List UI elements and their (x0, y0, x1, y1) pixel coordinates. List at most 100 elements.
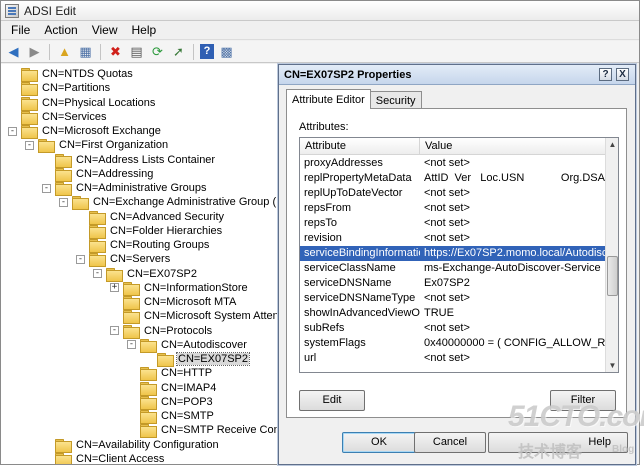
tree-node[interactable]: CN=Advanced Security (89, 210, 225, 225)
column-header-value[interactable]: Value (420, 138, 606, 155)
back-icon[interactable]: ◀ (5, 43, 22, 60)
tree-node-label[interactable]: CN=EX07SP2 (126, 268, 198, 280)
menu-help[interactable]: Help (125, 21, 164, 39)
tree-node-label[interactable]: CN=NTDS Quotas (41, 68, 134, 80)
ok-button[interactable]: OK (342, 432, 416, 453)
tree-panel[interactable]: CN=NTDS Quotas CN=Partitions CN=Physical L… (1, 64, 279, 464)
tree-node[interactable]: - CN=EX07SP2 (93, 267, 198, 282)
menu-view[interactable]: View (85, 21, 125, 39)
attribute-row[interactable]: showInAdvancedViewOnly TRUE (300, 306, 606, 321)
tree-node-label[interactable]: CN=SMTP (160, 410, 215, 422)
tree-node[interactable]: CN=HTTP (140, 366, 213, 382)
attribute-row[interactable]: serviceDNSName Ex07SP2 (300, 276, 606, 291)
collapse-icon[interactable]: - (25, 140, 34, 150)
tree-node[interactable]: - CN=Administrative Groups (42, 181, 208, 196)
export-list-icon[interactable]: ➚ (170, 43, 187, 60)
tree-node-label[interactable]: CN=Services (41, 111, 108, 123)
tree-node-label[interactable]: CN=Addressing (75, 168, 154, 180)
attribute-row[interactable]: serviceDNSNameType <not set> (300, 291, 606, 306)
expand-icon[interactable]: + (110, 283, 119, 293)
tree-node[interactable]: CN=NTDS Quotas (21, 67, 134, 82)
tree-node[interactable]: - CN=Servers (76, 252, 171, 268)
dialog-help-bottom-button[interactable]: Help (488, 432, 628, 453)
tree-node-label[interactable]: CN=Advanced Security (109, 211, 225, 223)
collapse-icon[interactable]: - (110, 326, 119, 335)
collapse-icon[interactable]: - (59, 197, 68, 207)
attribute-row[interactable]: systemFlags 0x40000000 = ( CONFIG_ALLOW_R… (300, 336, 606, 351)
up-folder-icon[interactable]: ▲ (56, 43, 73, 60)
tree-node-label[interactable]: CN=Folder Hierarchies (109, 225, 223, 237)
window-titlebar[interactable]: ADSI Edit (1, 1, 639, 21)
filter-button[interactable]: Filter (550, 390, 616, 411)
scrollbar-thumb[interactable] (607, 256, 618, 296)
help-icon[interactable]: ? (200, 44, 214, 59)
collapse-icon[interactable]: - (127, 340, 136, 350)
attribute-row[interactable]: repsFrom <not set> (300, 201, 606, 216)
collapse-icon[interactable]: - (8, 126, 17, 136)
tree-node-label[interactable]: CN=Protocols (143, 325, 213, 337)
column-header-attribute[interactable]: Attribute (300, 138, 420, 155)
tree-node[interactable]: CN=Microsoft MTA (123, 295, 237, 310)
tree-node-label[interactable]: CN=Microsoft System Attendan (143, 310, 278, 322)
scroll-down-icon[interactable]: ▼ (606, 359, 618, 372)
edit-button[interactable]: Edit (299, 390, 365, 411)
attribute-row[interactable]: revision <not set> (300, 231, 606, 246)
tree-node[interactable]: CN=Microsoft System Attendan (123, 309, 278, 325)
attribute-row[interactable]: serviceBindingInformation https://Ex07SP2… (300, 246, 606, 261)
tree-node-label[interactable]: CN=Microsoft MTA (143, 296, 237, 308)
forward-icon[interactable]: ▶ (26, 43, 43, 60)
tree-node-label[interactable]: CN=EX07SP2 (175, 352, 251, 366)
tree-node[interactable]: CN=Availability Configuration (55, 438, 220, 453)
attribute-row[interactable]: replPropertyMetaData AttID Ver Loc.USN Or… (300, 171, 606, 186)
attribute-row[interactable]: replUpToDateVector <not set> (300, 186, 606, 201)
collapse-icon[interactable]: - (42, 183, 51, 193)
delete-icon[interactable]: ✖ (107, 43, 124, 60)
tree-node-label[interactable]: CN=Routing Groups (109, 239, 210, 251)
tree-node[interactable]: - CN=Microsoft Exchange (8, 124, 162, 139)
tree-node[interactable]: - CN=Exchange Administrative Group (FYDIB (59, 195, 278, 211)
tree-node[interactable]: CN=IMAP4 (140, 381, 217, 396)
tree-node[interactable]: CN=SMTP Receive Connect (140, 423, 278, 439)
tab-attribute-editor[interactable]: Attribute Editor (286, 89, 371, 109)
tree-node[interactable]: CN=Routing Groups (89, 238, 210, 253)
collapse-icon[interactable]: - (76, 254, 85, 264)
tab-security[interactable]: Security (369, 91, 422, 109)
tree-node-label[interactable]: CN=InformationStore (143, 282, 249, 294)
dialog-titlebar[interactable]: CN=EX07SP2 Properties (279, 65, 635, 85)
attribute-row[interactable]: repsTo <not set> (300, 216, 606, 231)
tree-node[interactable]: CN=Physical Locations (21, 96, 156, 111)
tree-node-label[interactable]: CN=Autodiscover (160, 339, 248, 351)
tree-node[interactable]: CN=Services (21, 110, 108, 125)
tree-node-label[interactable]: CN=SMTP Receive Connect (160, 424, 278, 436)
tree-node-label[interactable]: CN=Exchange Administrative Group (FYDIB (92, 196, 278, 208)
tree-node-label[interactable]: CN=Client Access (75, 453, 165, 464)
tree-node-label[interactable]: CN=Administrative Groups (75, 182, 208, 194)
tree-node[interactable]: - CN=Protocols (110, 324, 213, 339)
tree-node[interactable]: CN=Address Lists Container (55, 153, 216, 168)
tree-node[interactable]: CN=EX07SP2 (157, 352, 251, 367)
tree-node[interactable]: - CN=Autodiscover (127, 338, 248, 353)
tree-node-label[interactable]: CN=Address Lists Container (75, 154, 216, 166)
show-hide-tree-icon[interactable]: ▦ (77, 43, 94, 60)
tree-node[interactable]: CN=Partitions (21, 81, 111, 97)
tree-node-label[interactable]: CN=IMAP4 (160, 382, 217, 394)
tree-node-label[interactable]: CN=Servers (109, 253, 171, 265)
cancel-button[interactable]: Cancel (414, 432, 486, 453)
attributes-scrollbar[interactable]: ▲ ▼ (605, 138, 618, 372)
tree-node[interactable]: CN=Addressing (55, 167, 154, 182)
tree-node-label[interactable]: CN=HTTP (160, 367, 213, 379)
tree-node[interactable]: CN=Folder Hierarchies (89, 224, 223, 239)
dialog-help-button[interactable]: ? (599, 68, 612, 81)
menu-action[interactable]: Action (37, 21, 84, 39)
tree-node[interactable]: CN=POP3 (140, 395, 214, 410)
attributes-list[interactable]: Attribute Value proxyAddresses <not set> r… (299, 137, 619, 373)
tree-node-label[interactable]: CN=POP3 (160, 396, 214, 408)
tree-node[interactable]: CN=Client Access (55, 452, 165, 464)
tree-node-label[interactable]: CN=Microsoft Exchange (41, 125, 162, 137)
attribute-row[interactable]: subRefs <not set> (300, 321, 606, 336)
console-icon[interactable]: ▩ (218, 43, 235, 60)
attribute-row[interactable]: proxyAddresses <not set> (300, 156, 606, 171)
tree-node[interactable]: + CN=InformationStore (110, 281, 249, 296)
attribute-row[interactable]: url <not set> (300, 351, 606, 366)
scroll-up-icon[interactable]: ▲ (606, 138, 618, 151)
